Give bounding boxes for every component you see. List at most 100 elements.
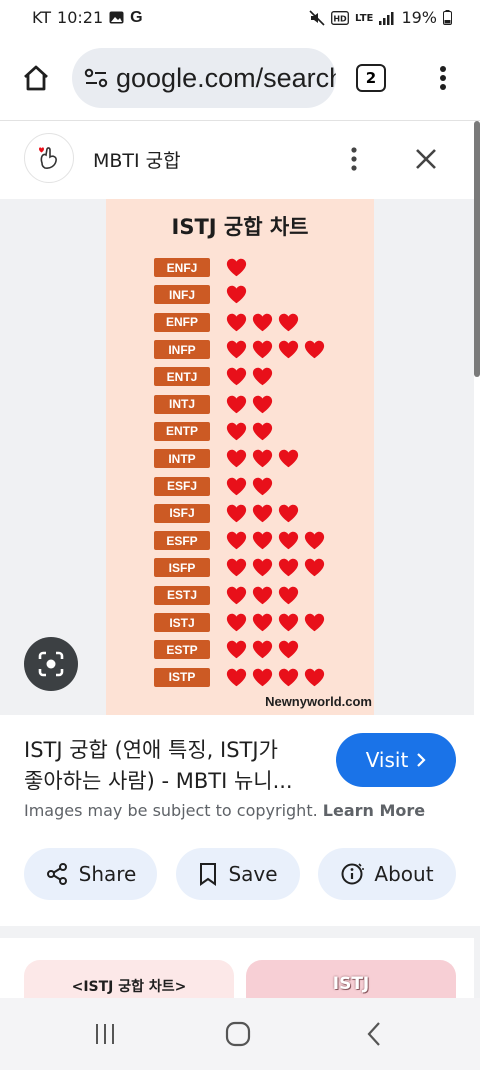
heart-rating (226, 612, 325, 633)
heart-rating (226, 639, 299, 660)
heart-icon (226, 477, 247, 495)
carrier-label: KT (32, 8, 52, 27)
home-nav-button[interactable] (218, 1018, 258, 1050)
google-notification-icon: G (130, 8, 143, 26)
mbti-type-label: INFP (154, 340, 210, 360)
image-preview[interactable]: ISTJ 궁합 차트 ENFJ INFJ ENFP INFP ENTJ INTJ ENTP I… (0, 199, 474, 715)
heart-rating (226, 394, 273, 415)
lte-signal-icon: LTE (355, 10, 395, 26)
heart-icon (278, 531, 299, 550)
mbti-type-label: ESFP (154, 531, 210, 551)
heart-icon (252, 586, 273, 604)
gallery-notification-icon (109, 11, 124, 24)
mbti-type-label: ISFP (154, 558, 210, 578)
chart-row: INFJ (154, 281, 325, 308)
home-button[interactable] (16, 58, 56, 98)
lens-icon (38, 651, 64, 677)
heart-icon (252, 641, 273, 659)
compatibility-chart-image: ISTJ 궁합 차트 ENFJ INFJ ENFP INFP ENTJ INTJ ENTP I… (106, 199, 374, 715)
heart-icon (226, 559, 247, 577)
heart-icon (252, 395, 273, 413)
heart-icon (278, 559, 299, 577)
heart-icon (252, 559, 273, 577)
heart-rating (226, 366, 273, 387)
source-name: MBTI 궁합 (93, 150, 181, 172)
heart-icon (278, 313, 299, 331)
mbti-type-label: ENFJ (154, 258, 210, 278)
recents-icon (96, 1024, 114, 1044)
heart-icon (304, 340, 325, 359)
heart-icon (226, 368, 247, 386)
about-info-icon (341, 863, 365, 885)
result-title-line2: 좋아하는 사람) - MBTI 뉴니... (24, 769, 293, 793)
heart-icon (278, 340, 299, 359)
heart-rating (226, 421, 273, 442)
chart-row: ISTJ (154, 609, 325, 636)
heart-icon (278, 613, 299, 632)
recent-apps-button[interactable] (85, 1018, 125, 1050)
heart-icon (226, 340, 247, 359)
svg-text:LTE: LTE (355, 13, 374, 24)
url-text: google.com/search (116, 62, 336, 93)
chart-row: ESFP (154, 527, 325, 554)
result-info-card: ISTJ 궁합 (연애 특징, ISTJ가 좋아하는 사람) - MBTI 뉴니… (0, 715, 474, 926)
site-favicon (24, 133, 74, 183)
heart-icon (252, 477, 273, 495)
heart-icon (252, 449, 273, 468)
scrollbar-thumb[interactable] (474, 121, 480, 377)
mbti-type-label: ENTJ (154, 367, 210, 387)
mbti-type-label: ESFJ (154, 476, 210, 496)
heart-rating (226, 557, 325, 578)
chart-row: ESTJ (154, 582, 325, 609)
chart-row: ENFJ (154, 254, 325, 281)
learn-more-link[interactable]: Learn More (323, 801, 425, 820)
heart-rating (226, 503, 299, 524)
mute-icon (309, 9, 326, 26)
mbti-type-label: INFJ (154, 285, 210, 305)
more-vert-icon (351, 147, 357, 171)
close-button[interactable] (406, 141, 446, 177)
mbti-type-label: ISTJ (154, 613, 210, 632)
heart-icon (226, 449, 247, 468)
finger-heart-icon (39, 147, 57, 169)
heart-icon (304, 531, 325, 550)
browser-toolbar: google.com/search 2 (0, 36, 480, 121)
related-thumbnail-1-text: <ISTJ 궁합 차트> (71, 979, 187, 995)
about-button[interactable]: About (318, 848, 456, 900)
chart-row: INTJ (154, 390, 325, 417)
address-bar[interactable]: google.com/search (72, 48, 336, 108)
share-button[interactable]: Share (24, 848, 157, 900)
mbti-type-label: ENTP (154, 421, 210, 441)
heart-icon (226, 586, 247, 604)
mbti-type-label: ISTP (154, 667, 210, 687)
heart-icon (278, 641, 299, 659)
chart-row: ENFP (154, 309, 325, 336)
heart-rating (226, 284, 247, 305)
heart-icon (304, 668, 325, 686)
chart-rows: ENFJ INFJ ENFP INFP ENTJ INTJ ENTP INTP ESFJ ISFJ… (154, 254, 325, 691)
heart-icon (304, 613, 325, 632)
visit-button[interactable]: Visit (336, 733, 456, 787)
lens-search-button[interactable] (24, 637, 78, 691)
result-title[interactable]: ISTJ 궁합 (연애 특징, ISTJ가 좋아하는 사람) - MBTI 뉴니… (24, 735, 314, 797)
heart-icon (278, 668, 299, 686)
chart-row: ISFP (154, 554, 325, 581)
heart-icon (226, 531, 247, 550)
heart-rating (226, 448, 299, 469)
visit-label: Visit (365, 748, 409, 772)
bookmark-icon (200, 863, 217, 886)
about-label: About (374, 862, 434, 886)
back-icon (367, 1022, 380, 1046)
home-circle-icon (225, 1021, 251, 1047)
heart-icon (226, 504, 247, 523)
heart-rating (226, 585, 299, 606)
browser-menu-button[interactable] (428, 60, 458, 96)
back-button[interactable] (354, 1018, 394, 1050)
chart-row: ESTP (154, 636, 325, 663)
site-settings-icon[interactable] (84, 64, 108, 92)
chart-title: ISTJ 궁합 차트 (171, 215, 309, 239)
tab-switcher-button[interactable]: 2 (356, 64, 386, 92)
save-button[interactable]: Save (176, 848, 300, 900)
heart-icon (278, 449, 299, 468)
result-more-button[interactable] (340, 141, 368, 177)
